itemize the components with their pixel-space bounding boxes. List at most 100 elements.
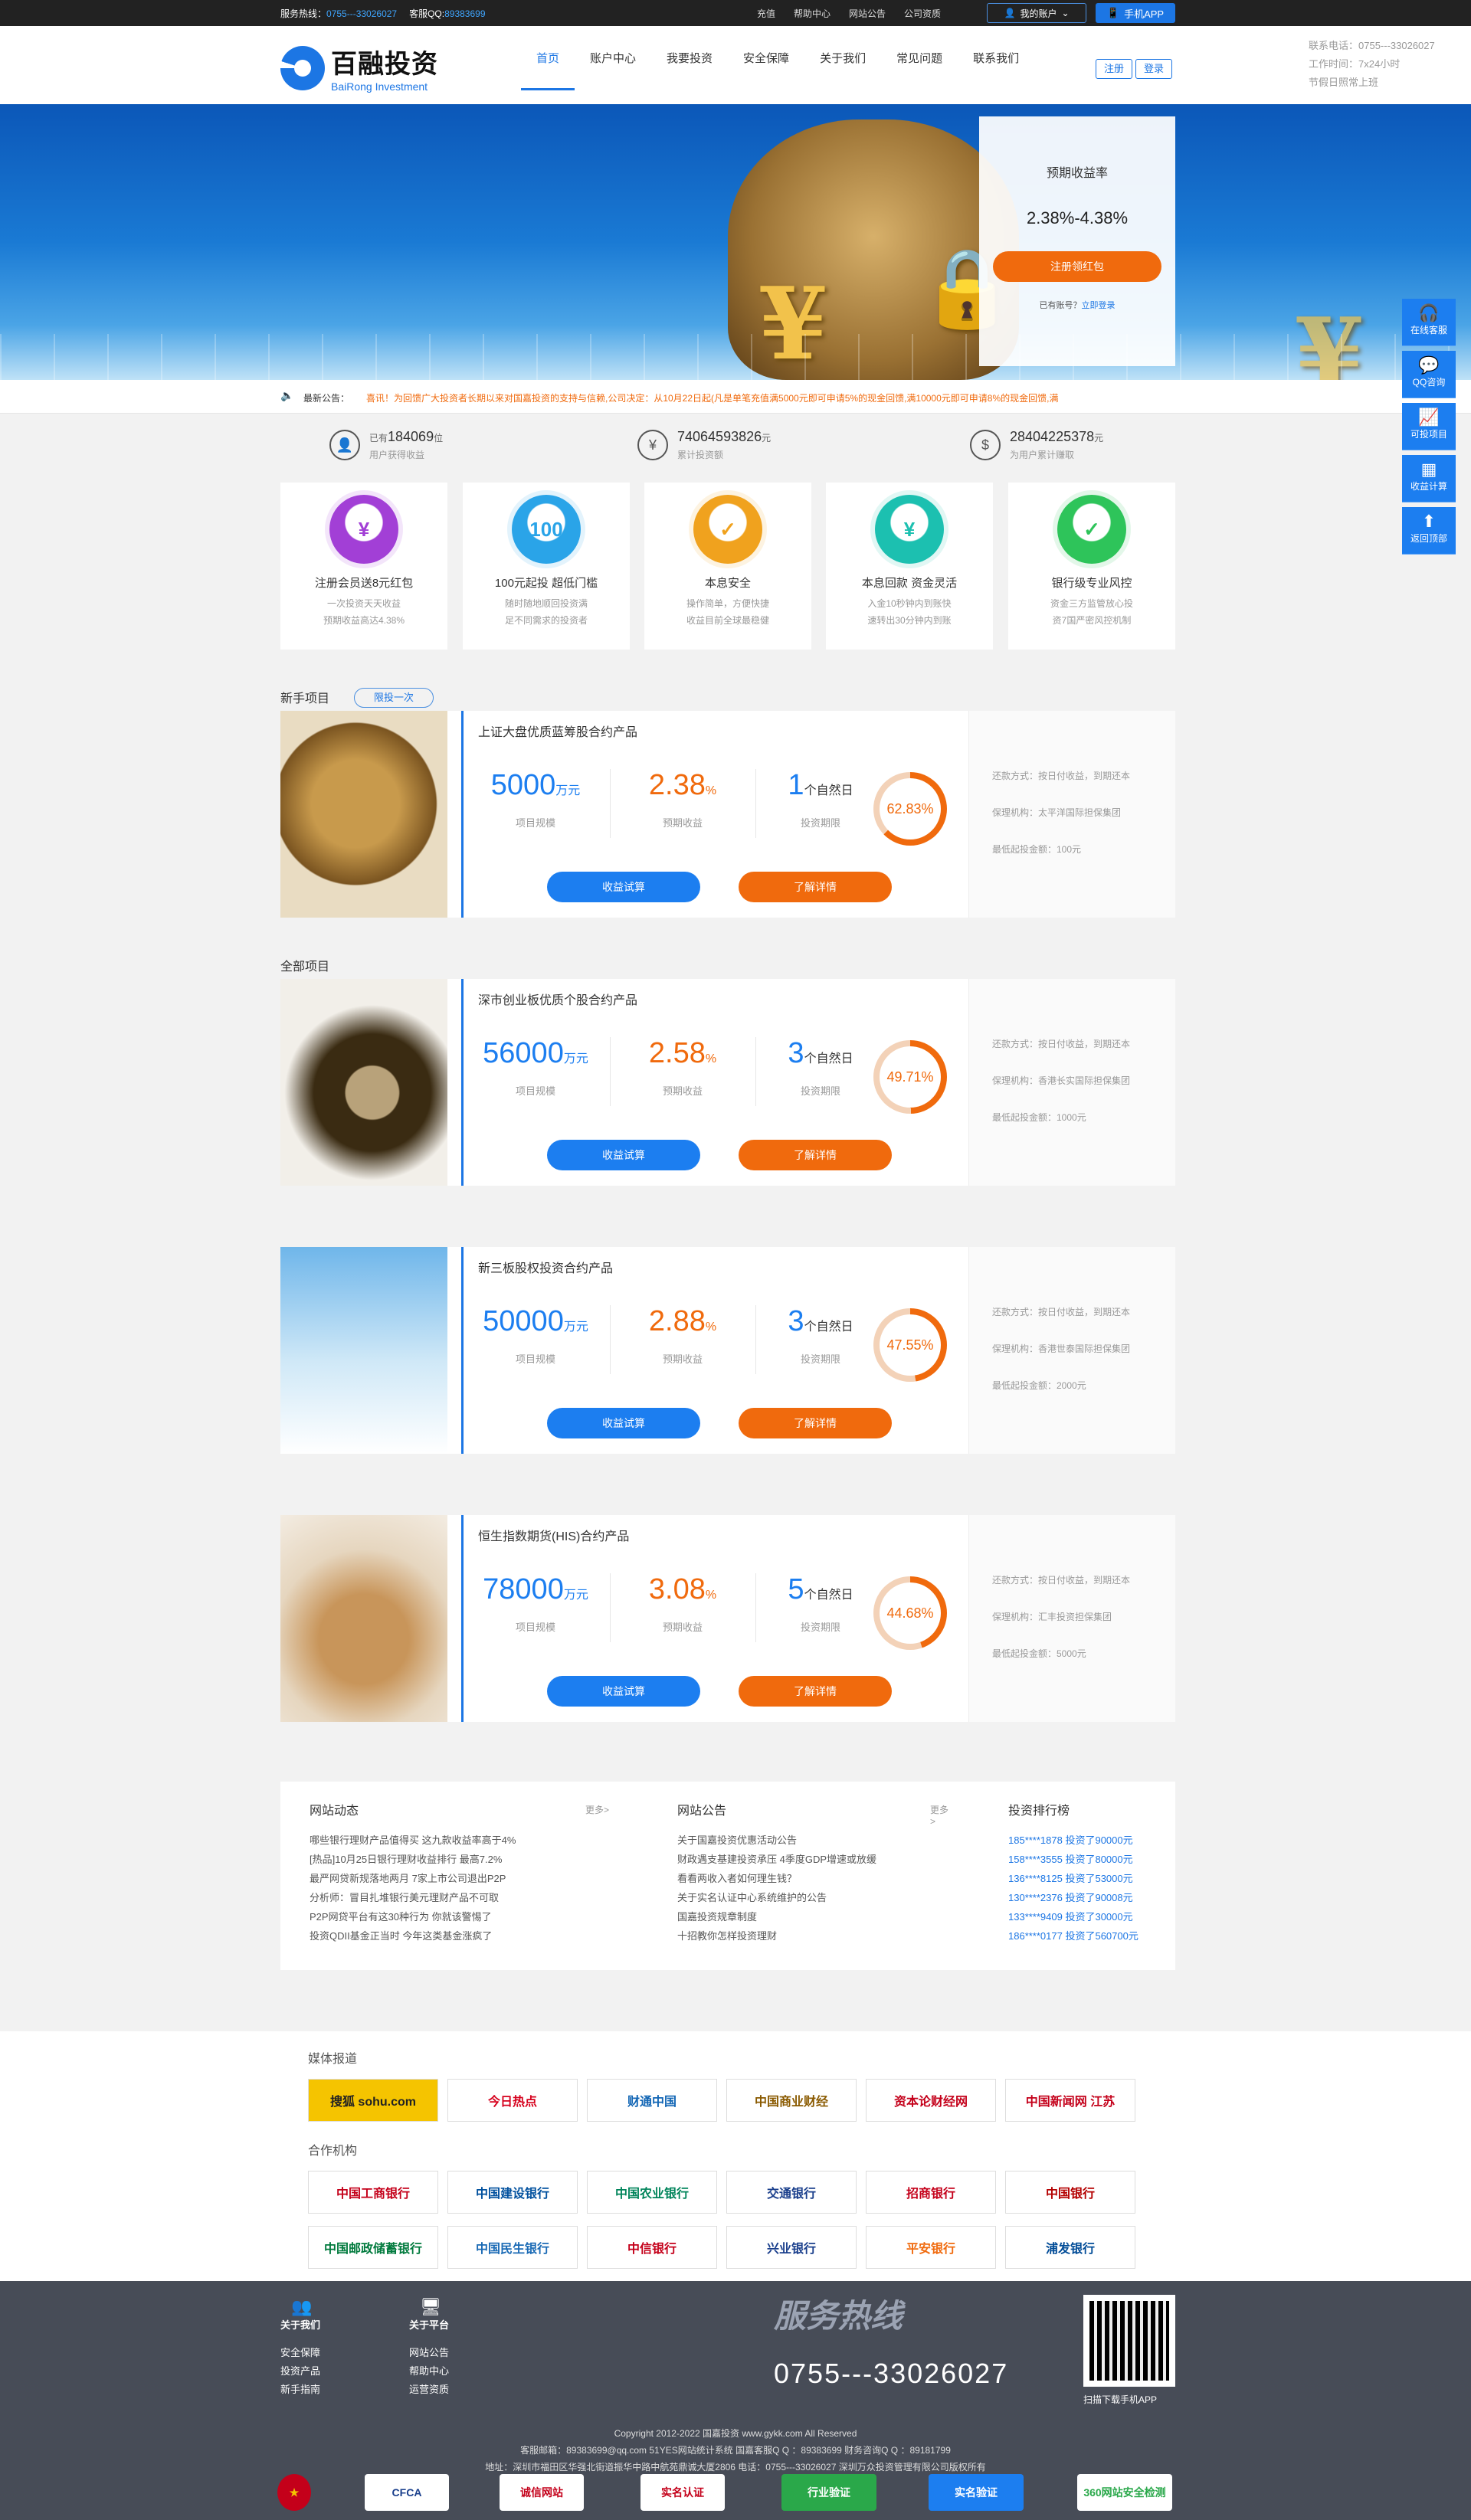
footer-link[interactable]: 新手指南 <box>280 2381 320 2399</box>
news-item[interactable]: 最严网贷新规落地两月 7家上市公司退出P2P <box>310 1869 616 1888</box>
announcements-more-link[interactable]: 更多> <box>930 1803 953 1827</box>
detail-button[interactable]: 了解详情 <box>739 1408 892 1438</box>
recharge-link[interactable]: 充值 <box>757 7 775 20</box>
nav-home[interactable]: 首页 <box>521 26 575 90</box>
announcement-link[interactable]: 网站公告 <box>849 7 886 20</box>
bank-logo[interactable]: 交通银行 <box>726 2171 857 2214</box>
news-item[interactable]: 十招教你怎样投资理财 <box>677 1926 953 1946</box>
footer-link[interactable]: 运营资质 <box>409 2381 449 2399</box>
login-now-link[interactable]: 立即登录 <box>1082 301 1116 310</box>
register-button[interactable]: 注册 <box>1096 59 1133 79</box>
online-service-button[interactable]: 🎧 在线客服 <box>1402 299 1456 346</box>
media-logo[interactable]: 财通中国 <box>587 2079 717 2122</box>
bank-logo[interactable]: 中国邮政储蓄银行 <box>308 2226 438 2269</box>
qq-consult-button[interactable]: 💬 QQ咨询 <box>1402 351 1456 398</box>
logo-en-text: BaiRong Investment <box>331 80 428 93</box>
back-to-top-button[interactable]: ⬆ 返回顶部 <box>1402 507 1456 555</box>
stat-caption: 累计投资额 <box>677 450 724 460</box>
bank-logo[interactable]: 中国银行 <box>1005 2171 1135 2214</box>
media-logo[interactable]: 中国新闻网 江苏 <box>1005 2079 1135 2122</box>
news-item[interactable]: 国嘉投资规章制度 <box>677 1907 953 1926</box>
notice-text[interactable]: 喜讯！为回馈广大投资者长期以来对国嘉投资的支持与信赖,公司决定：从10月22日起… <box>366 391 1175 404</box>
rate-panel: 预期收益率 2.38%-4.38% 注册领红包 已有账号？立即登录 <box>979 116 1175 366</box>
footer-link[interactable]: 帮助中心 <box>409 2362 449 2381</box>
calc-button[interactable]: 收益试算 <box>547 1408 700 1438</box>
accent-line <box>461 1247 464 1454</box>
repay-method: 还款方式：按日付收益，到期还本 <box>992 1307 1131 1317</box>
nav-invest[interactable]: 我要投资 <box>651 26 728 92</box>
speaker-icon: 🔈 <box>280 389 294 401</box>
product-scale: 56000万元 <box>478 1037 593 1070</box>
product-name[interactable]: 深市创业板优质个股合约产品 <box>478 990 637 1008</box>
nav-faq[interactable]: 常见问题 <box>881 26 958 92</box>
media-logo[interactable]: 搜狐 sohu.com <box>308 2079 438 2122</box>
footer-trust-badge[interactable]: ★ <box>277 2474 311 2511</box>
news-item[interactable]: 分析师：冒目扎堆银行美元理财产品不可取 <box>310 1888 616 1907</box>
news-item[interactable]: 投资QDII基金正当时 今年这类基金涨疯了 <box>310 1926 616 1946</box>
news-item[interactable]: 哪些银行理财产品值得买 这九款收益率高于4% <box>310 1831 616 1850</box>
footer-trust-badge[interactable]: 实名验证 <box>929 2474 1024 2511</box>
footer-trust-badge[interactable]: 实名认证 <box>640 2474 725 2511</box>
product-name[interactable]: 新三板股权投资合约产品 <box>478 1258 613 1276</box>
site-news-title: 网站动态 <box>310 1805 359 1818</box>
accent-line <box>461 711 464 918</box>
media-logo[interactable]: 今日热点 <box>447 2079 578 2122</box>
product-term: 1个自然日 <box>763 769 878 802</box>
profit-calculator-button[interactable]: ▦ 收益计算 <box>1402 455 1456 502</box>
available-projects-button[interactable]: 📈 可投项目 <box>1402 403 1456 450</box>
topbar-links: 充值 帮助中心 网站公告 公司资质 <box>757 7 941 20</box>
nav-security[interactable]: 安全保障 <box>728 26 804 92</box>
calc-button[interactable]: 收益试算 <box>547 872 700 902</box>
detail-button[interactable]: 了解详情 <box>739 1676 892 1707</box>
footer-link[interactable]: 投资产品 <box>280 2362 320 2381</box>
nav-about[interactable]: 关于我们 <box>804 26 881 92</box>
footer-trust-badge[interactable]: 诚信网站 <box>500 2474 584 2511</box>
news-item[interactable]: 关于实名认证中心系统维护的公告 <box>677 1888 953 1907</box>
my-account-dropdown[interactable]: 👤 我的账户 ⌄ <box>987 3 1086 23</box>
scale-unit: 万元 <box>563 1052 588 1065</box>
news-item[interactable]: 看看两收入者如何理生钱？ <box>677 1869 953 1888</box>
login-button[interactable]: 登录 <box>1135 59 1173 79</box>
site-news-more-link[interactable]: 更多> <box>585 1803 609 1816</box>
bank-logo[interactable]: 中信银行 <box>587 2226 717 2269</box>
news-item[interactable]: [热品]10月25日银行理财收益排行 最高7.2% <box>310 1850 616 1869</box>
calc-button[interactable]: 收益试算 <box>547 1676 700 1707</box>
qualification-link[interactable]: 公司资质 <box>904 7 941 20</box>
hotline-label: 服务热线： <box>280 8 327 19</box>
accent-line <box>461 1515 464 1722</box>
mobile-app-button[interactable]: 📱 手机APP <box>1096 3 1175 23</box>
register-bonus-button[interactable]: 注册领红包 <box>993 251 1161 282</box>
rate-value: 2.38%-4.38% <box>1026 208 1129 227</box>
newbie-section-title: 新手项目 <box>280 692 330 705</box>
bank-logo[interactable]: 中国建设银行 <box>447 2171 578 2214</box>
site-logo[interactable]: 百融投资 BaiRong Investment <box>280 43 438 93</box>
news-item[interactable]: 财政遇支基建投资承压 4季度GDP增速或放缓 <box>677 1850 953 1869</box>
bank-logo[interactable]: 平安银行 <box>866 2226 996 2269</box>
bank-logo[interactable]: 兴业银行 <box>726 2226 857 2269</box>
product-name[interactable]: 上证大盘优质蓝筹股合约产品 <box>478 722 637 740</box>
feature-desc-line: 随时随地顺回投资满 <box>504 598 588 609</box>
footer-trust-badge[interactable]: 行业验证 <box>781 2474 876 2511</box>
footer-trust-badge[interactable]: 360网站安全检测 <box>1077 2474 1172 2511</box>
footer-link[interactable]: 安全保障 <box>280 2344 320 2362</box>
detail-button[interactable]: 了解详情 <box>739 1140 892 1170</box>
product-rate: 2.58% <box>625 1037 740 1070</box>
help-link[interactable]: 帮助中心 <box>794 7 831 20</box>
bank-logo[interactable]: 中国民生银行 <box>447 2226 578 2269</box>
footer-trust-badge[interactable]: CFCA <box>365 2474 449 2511</box>
news-item[interactable]: P2P网贷平台有这30种行为 你就该警惕了 <box>310 1907 616 1926</box>
media-logo[interactable]: 资本论财经网 <box>866 2079 996 2122</box>
bank-logo[interactable]: 中国工商银行 <box>308 2171 438 2214</box>
news-item[interactable]: 关于国嘉投资优惠活动公告 <box>677 1831 953 1850</box>
bank-logo[interactable]: 中国农业银行 <box>587 2171 717 2214</box>
nav-account-center[interactable]: 账户中心 <box>575 26 651 92</box>
product-name[interactable]: 恒生指数期货(HIS)合约产品 <box>478 1526 629 1544</box>
footer-link[interactable]: 网站公告 <box>409 2344 449 2362</box>
bank-logo[interactable]: 浦发银行 <box>1005 2226 1135 2269</box>
rate-unit: % <box>705 1589 717 1602</box>
bank-logo[interactable]: 招商银行 <box>866 2171 996 2214</box>
calc-button[interactable]: 收益试算 <box>547 1140 700 1170</box>
media-logo[interactable]: 中国商业财经 <box>726 2079 857 2122</box>
nav-contact[interactable]: 联系我们 <box>958 26 1034 92</box>
detail-button[interactable]: 了解详情 <box>739 872 892 902</box>
